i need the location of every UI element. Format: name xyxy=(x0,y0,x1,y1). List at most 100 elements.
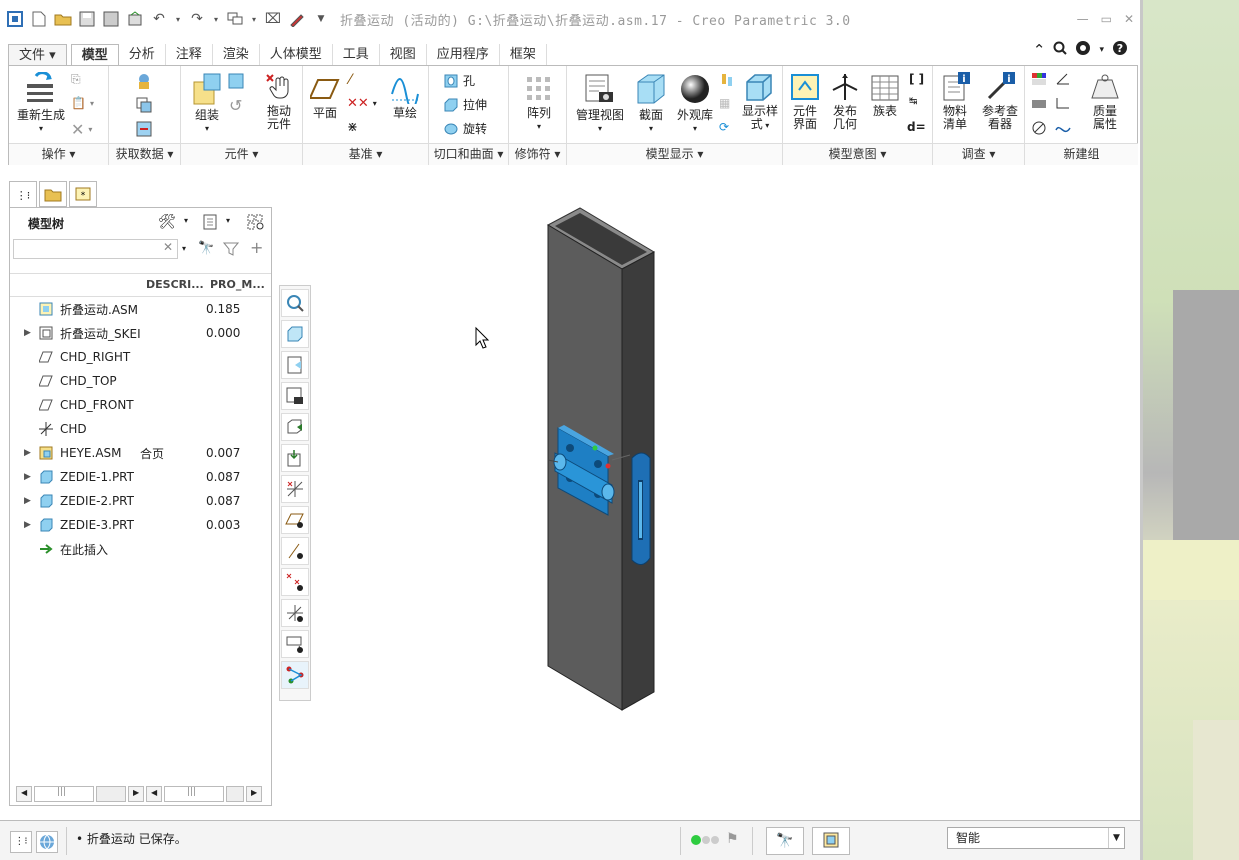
measure-button[interactable] xyxy=(1031,120,1047,136)
scroll2-left-icon[interactable]: ◀ xyxy=(146,786,162,802)
length-button[interactable] xyxy=(1055,96,1071,110)
tree-search-input[interactable]: ✕ xyxy=(13,239,178,259)
navigator-toggle-icon[interactable]: ⋮⁝ xyxy=(10,831,32,853)
create-component-button[interactable] xyxy=(227,72,245,90)
tree-row[interactable]: ▶ HEYE.ASM 合页 0.007 xyxy=(10,441,271,465)
new-file-icon[interactable] xyxy=(30,10,48,28)
collapse-ribbon-icon[interactable]: ⌃ xyxy=(1033,41,1046,59)
revolve-button[interactable]: 旋转 xyxy=(443,120,487,137)
expand-arrow-icon[interactable]: ▶ xyxy=(24,448,31,458)
manage-views-button[interactable]: 管理视图 ▾ xyxy=(573,72,627,135)
datum-display-icon[interactable] xyxy=(281,475,309,503)
publish-geometry-button[interactable]: 发布 几何 xyxy=(825,72,865,131)
windows-icon[interactable] xyxy=(226,10,244,28)
group-label-modifiers[interactable]: 修饰符 ▾ xyxy=(509,143,566,165)
open-folder-icon[interactable] xyxy=(54,10,72,28)
saved-orientations-icon[interactable] xyxy=(281,351,309,379)
annotation-display-icon[interactable] xyxy=(281,630,309,658)
plane-button[interactable]: 平面 xyxy=(307,74,343,120)
extrude-button[interactable]: 拉伸 xyxy=(443,96,487,113)
settings-icon[interactable]: 🛠 xyxy=(158,214,176,230)
tab-render[interactable]: 渲染 xyxy=(213,44,260,66)
regenerate-small-icon[interactable] xyxy=(126,10,144,28)
relations-button[interactable]: d= xyxy=(907,120,926,134)
section-button[interactable]: 截面 ▾ xyxy=(631,72,671,135)
search-icon[interactable] xyxy=(1053,41,1068,59)
assemble-button[interactable]: 组装 ▾ xyxy=(185,72,229,135)
undo-dropdown-icon[interactable]: ▾ xyxy=(174,10,182,28)
undo-icon[interactable]: ↶ xyxy=(150,10,168,28)
tree-row[interactable]: CHD_RIGHT xyxy=(10,345,271,369)
find-status-icon[interactable]: 🔭 xyxy=(766,827,804,855)
tab-analysis[interactable]: 分析 xyxy=(119,44,166,66)
tree-row[interactable]: 折叠运动.ASM 0.185 xyxy=(10,297,271,321)
tree-row[interactable]: CHD_FRONT xyxy=(10,393,271,417)
curve-analysis-button[interactable] xyxy=(1055,120,1071,134)
column-pro-mp-mass[interactable]: PRO_M... xyxy=(210,278,265,291)
browser-toggle-icon[interactable] xyxy=(36,831,58,853)
refit-icon[interactable] xyxy=(281,320,309,348)
repeat-button[interactable]: ↺ xyxy=(229,96,242,115)
tree-horizontal-scrollbar[interactable]: ◀ ||| ▶ ◀ ||| ▶ xyxy=(16,786,266,802)
plane-display-icon[interactable] xyxy=(281,506,309,534)
tab-view[interactable]: 视图 xyxy=(380,44,427,66)
group-label-operations[interactable]: 操作 ▾ xyxy=(9,143,108,165)
tab-file[interactable]: 文件 ▾ xyxy=(8,44,67,66)
group-label-model-intent[interactable]: 模型意图 ▾ xyxy=(783,143,932,165)
mass-properties-button[interactable]: 质量 属性 xyxy=(1081,72,1129,131)
favorites-tab[interactable]: * xyxy=(69,181,97,207)
selection-filter-dropdown[interactable]: 智能 ▼ xyxy=(947,827,1125,849)
close-icon[interactable]: ✕ xyxy=(1124,12,1134,26)
scroll-left-icon[interactable]: ◀ xyxy=(16,786,32,802)
scroll-track[interactable] xyxy=(96,786,126,802)
save-all-icon[interactable] xyxy=(102,10,120,28)
expand-arrow-icon[interactable]: ▶ xyxy=(24,328,31,338)
community-dropdown-icon[interactable]: ▾ xyxy=(1099,45,1104,55)
clear-search-icon[interactable]: ✕ xyxy=(163,240,173,254)
delete-button[interactable]: ✕ ▾ xyxy=(71,120,92,139)
folder-browser-tab[interactable] xyxy=(39,181,67,207)
csys-display-icon[interactable] xyxy=(281,599,309,627)
copy-button[interactable]: ⎘ xyxy=(71,72,81,87)
switch-dimensions-button[interactable]: ↹ xyxy=(909,96,917,107)
view-manager-icon[interactable] xyxy=(281,382,309,410)
search-dropdown-icon[interactable]: ▾ xyxy=(182,244,186,253)
tab-manikin[interactable]: 人体模型 xyxy=(260,44,333,66)
expand-arrow-icon[interactable]: ▶ xyxy=(24,520,31,530)
save-icon[interactable] xyxy=(78,10,96,28)
scroll2-track[interactable] xyxy=(226,786,244,802)
redo-icon[interactable]: ↷ xyxy=(188,10,206,28)
tree-row[interactable]: CHD xyxy=(10,417,271,441)
ptc-community-icon[interactable] xyxy=(1075,40,1091,60)
regen-status-icon[interactable] xyxy=(690,833,720,850)
expand-arrow-icon[interactable]: ▶ xyxy=(24,472,31,482)
group-label-components[interactable]: 元件 ▾ xyxy=(181,143,302,165)
csys-button[interactable]: ⋇ xyxy=(347,120,358,135)
pattern-button[interactable]: 阵列 ▾ xyxy=(519,74,559,133)
help-icon[interactable]: ? xyxy=(1112,40,1128,60)
maximize-icon[interactable]: ▭ xyxy=(1101,12,1112,26)
bill-of-materials-button[interactable]: i 物料 清单 xyxy=(935,72,975,131)
display-option-3-button[interactable]: ⟳ xyxy=(719,120,729,134)
show-icon[interactable] xyxy=(202,214,218,233)
tree-row[interactable]: ▶ ZEDIE-1.PRT 0.087 xyxy=(10,465,271,489)
group-label-model-display[interactable]: 模型显示 ▾ xyxy=(567,143,782,165)
show-dropdown-icon[interactable]: ▾ xyxy=(226,216,230,225)
model-tree-tab[interactable]: ⋮⁝ xyxy=(9,181,37,208)
scroll2-thumb[interactable]: ||| xyxy=(164,786,224,802)
find-icon[interactable]: 🔭 xyxy=(198,241,214,256)
zoom-icon[interactable] xyxy=(281,289,309,317)
angle-button[interactable] xyxy=(1055,72,1071,86)
component-interface-button[interactable]: 元件 界面 xyxy=(785,72,825,131)
close-window-icon[interactable]: ⌧ xyxy=(264,10,282,28)
group-label-get-data[interactable]: 获取数据 ▾ xyxy=(109,143,180,165)
tab-annotate[interactable]: 注释 xyxy=(166,44,213,66)
sketch-button[interactable]: 草绘 xyxy=(385,74,425,120)
tree-row[interactable]: ▶ ZEDIE-3.PRT 0.003 xyxy=(10,513,271,537)
display-style-button[interactable]: 显示样式 ▾ xyxy=(739,72,781,132)
filter-icon[interactable] xyxy=(222,241,240,260)
windows-dropdown-icon[interactable]: ▾ xyxy=(250,10,258,28)
tab-framework[interactable]: 框架 xyxy=(500,44,547,66)
tab-model[interactable]: 模型 xyxy=(70,44,119,66)
settings-dropdown-icon[interactable]: ▾ xyxy=(184,216,188,225)
